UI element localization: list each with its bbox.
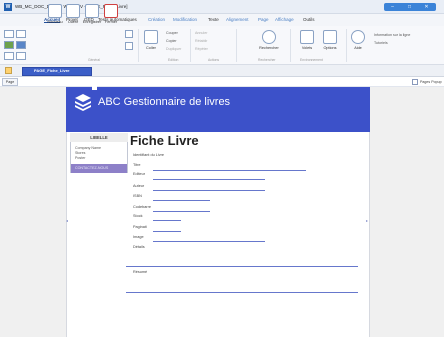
ribbon-separator bbox=[346, 29, 347, 62]
field-label-codebarre: Codebarre bbox=[133, 205, 151, 209]
field-editeur[interactable] bbox=[153, 179, 265, 180]
aide-button[interactable]: Aide bbox=[350, 30, 366, 50]
fermer-button[interactable]: Fermer bbox=[100, 4, 122, 24]
field-isbn[interactable] bbox=[153, 200, 210, 201]
group-label-environnement: Environnement bbox=[300, 58, 323, 62]
redo-icon[interactable] bbox=[16, 52, 26, 60]
ribbon-separator bbox=[290, 29, 291, 62]
close-doc-icon bbox=[104, 4, 118, 18]
field-label-isbn: ISBN bbox=[133, 194, 142, 198]
field-titre[interactable] bbox=[153, 170, 306, 171]
rechercher-button[interactable]: Rechercher bbox=[254, 30, 284, 50]
dupliquer-button[interactable]: Dupliquer bbox=[166, 47, 181, 51]
tab-label: PAGE_Fiche_Livre bbox=[34, 68, 70, 73]
database-icon[interactable] bbox=[16, 41, 26, 49]
page-tab[interactable]: Page bbox=[2, 78, 18, 86]
field-label-editeur: Editeur bbox=[133, 172, 146, 176]
page-bar bbox=[0, 77, 444, 87]
field-label-image: Image bbox=[133, 235, 144, 239]
group-label-actions: Actions bbox=[208, 58, 220, 62]
menu-alignement[interactable]: Alignement bbox=[226, 17, 249, 22]
field-image[interactable] bbox=[153, 241, 265, 242]
new-icon bbox=[48, 4, 62, 18]
group-label-general: Général bbox=[88, 58, 101, 62]
project-icon[interactable] bbox=[4, 41, 14, 49]
menu-page[interactable]: Page bbox=[258, 17, 269, 22]
field-stock[interactable] bbox=[153, 220, 181, 221]
menu-modification[interactable]: Modification bbox=[173, 17, 197, 22]
repeter-button[interactable]: Répéter bbox=[195, 47, 208, 51]
folder-icon bbox=[66, 4, 80, 18]
sidebar-item-contact-label: CONTACTEZ-NOUS bbox=[75, 166, 109, 170]
copier-button[interactable]: Copier bbox=[166, 39, 177, 43]
home-icon[interactable] bbox=[5, 67, 12, 74]
close-button[interactable]: ✕ bbox=[418, 3, 435, 11]
app-logo-icon: W bbox=[4, 3, 12, 11]
maximize-button[interactable]: □ bbox=[401, 3, 418, 11]
ribbon-separator bbox=[138, 29, 139, 62]
field-details[interactable] bbox=[126, 266, 358, 267]
anchor-marker: ▸ bbox=[366, 218, 369, 223]
window-controls: – □ ✕ bbox=[384, 3, 436, 11]
couper-button[interactable]: Couper bbox=[166, 31, 178, 35]
form-title: Fiche Livre bbox=[130, 133, 199, 148]
sidebar-item-poster[interactable]: Poster bbox=[75, 156, 85, 160]
stack-logo-icon bbox=[75, 94, 91, 111]
field-label-details: Détails bbox=[133, 245, 145, 249]
new-page-icon[interactable] bbox=[4, 30, 14, 38]
new-window-icon[interactable] bbox=[16, 30, 26, 38]
field-label-titre: Titre bbox=[133, 163, 141, 167]
menu-outils[interactable]: Outils bbox=[303, 17, 315, 22]
anchor-marker: ◂ bbox=[66, 218, 69, 223]
annuler-button[interactable]: Annuler bbox=[195, 31, 207, 35]
field-resume[interactable] bbox=[126, 292, 358, 293]
paste-icon bbox=[144, 30, 158, 44]
field-pagination[interactable] bbox=[153, 231, 181, 232]
sidebar-heading: LIBELLE bbox=[70, 133, 128, 142]
save-icon bbox=[85, 4, 99, 18]
field-auteur[interactable] bbox=[153, 190, 265, 191]
group-label-rechercher: Rechercher bbox=[258, 58, 276, 62]
help-icon bbox=[351, 30, 365, 44]
sidebar-item-stores[interactable]: Stores bbox=[75, 151, 85, 155]
options-button[interactable]: Options bbox=[318, 30, 342, 50]
search-icon bbox=[262, 30, 276, 44]
field-label-auteur: Auteur bbox=[133, 184, 145, 188]
undo-icon[interactable] bbox=[4, 52, 14, 60]
layout2-icon[interactable] bbox=[125, 42, 133, 50]
sidebar-item-company[interactable]: Company Name bbox=[75, 146, 101, 150]
form-subtitle: Identifiant du Livre bbox=[133, 153, 165, 157]
field-label-stock: Stock bbox=[133, 214, 143, 218]
group-label-edition: Edition bbox=[168, 58, 179, 62]
field-label-resume: Résumé bbox=[133, 270, 148, 274]
tutoriels-link[interactable]: Tutoriels bbox=[374, 41, 388, 45]
header-marker bbox=[92, 86, 97, 90]
menu-affichage[interactable]: Affichage bbox=[275, 17, 294, 22]
page-header-title: ABC Gestionnaire de livres bbox=[98, 96, 231, 108]
retablir-button[interactable]: Rétablir bbox=[195, 39, 207, 43]
ribbon-separator bbox=[236, 29, 237, 62]
options-icon bbox=[323, 30, 337, 44]
panels-icon bbox=[300, 30, 314, 44]
popup-pages-icon[interactable] bbox=[412, 79, 418, 85]
menu-texte[interactable]: Texte bbox=[208, 17, 219, 22]
volets-button[interactable]: Volets bbox=[296, 30, 318, 50]
menu-creation[interactable]: Création bbox=[148, 17, 165, 22]
field-label-pagination: Paginati bbox=[133, 225, 147, 229]
minimize-button[interactable]: – bbox=[384, 3, 401, 11]
coller-button[interactable]: Coller bbox=[140, 30, 162, 50]
info-ligne-link[interactable]: Information sur la ligne bbox=[374, 33, 410, 37]
ribbon bbox=[0, 26, 444, 65]
layout-icon[interactable] bbox=[125, 30, 133, 38]
popup-pages-label[interactable]: Pages Popup bbox=[420, 80, 442, 84]
page-header[interactable] bbox=[66, 87, 370, 132]
ribbon-separator bbox=[190, 29, 191, 62]
field-codebarre[interactable] bbox=[153, 211, 210, 212]
